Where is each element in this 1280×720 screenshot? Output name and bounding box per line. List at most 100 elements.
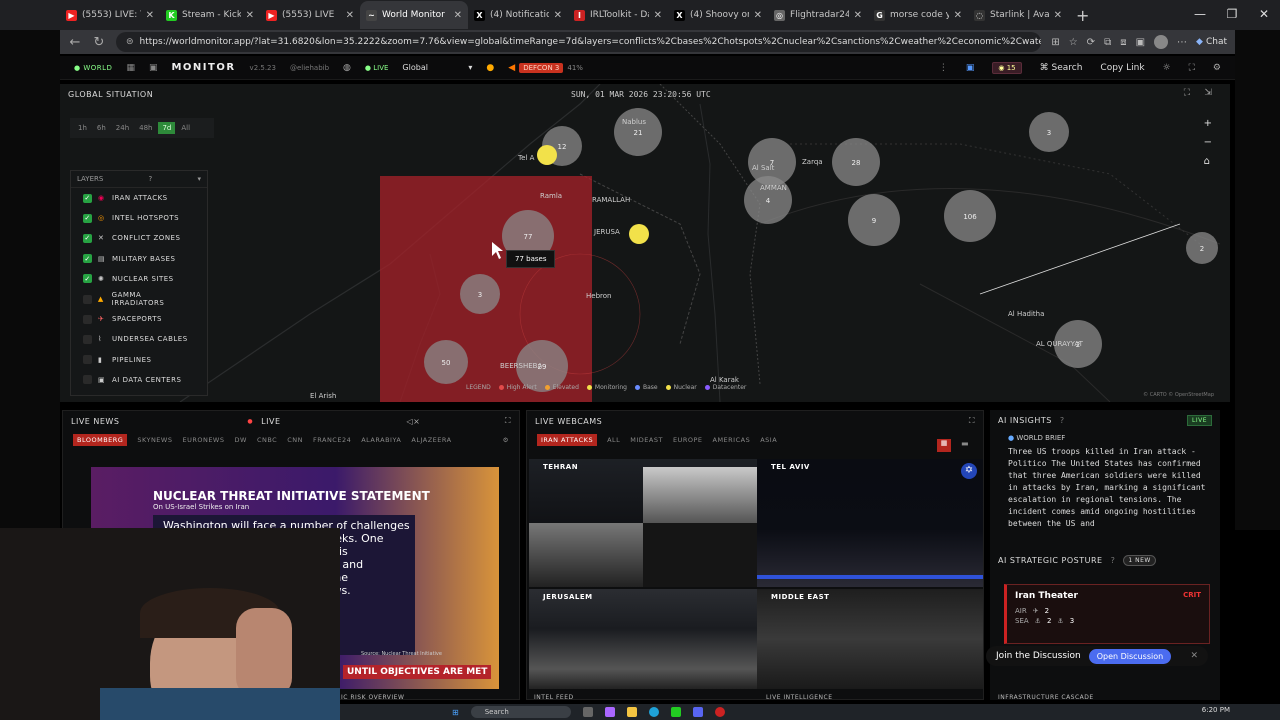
webcam-filter-tab[interactable]: IRAN ATTACKS (537, 434, 598, 446)
help-icon[interactable]: ? (1060, 416, 1065, 425)
layer-checkbox[interactable] (83, 294, 92, 304)
layer-checkbox[interactable]: ✓ (83, 213, 92, 223)
channel-tab[interactable]: ALARABIYA (361, 436, 401, 444)
channel-tab[interactable]: FRANCE24 (313, 436, 351, 444)
time-range-chip[interactable]: 7d (158, 122, 176, 134)
search-button[interactable]: ⌘ Search (1040, 63, 1083, 73)
layer-toggle[interactable]: ✓ ◉ IRAN ATTACKS (71, 188, 207, 208)
channel-tab[interactable]: DW (235, 436, 247, 444)
expand-icon[interactable]: ⛶ (505, 416, 511, 426)
tab-close-icon[interactable]: ✕ (454, 10, 462, 21)
tab-close-icon[interactable]: ✕ (854, 10, 862, 21)
layer-checkbox[interactable] (83, 334, 92, 344)
tab-close-icon[interactable]: ✕ (1054, 10, 1062, 21)
expand-map-icon[interactable]: ⛶ (1184, 88, 1190, 98)
bookmark-star-icon[interactable]: ☆ (1069, 37, 1078, 48)
layer-toggle[interactable]: ⌇ UNDERSEA CABLES (71, 329, 207, 349)
home-icon[interactable]: ⌂ (1204, 156, 1212, 167)
tab-close-icon[interactable]: ✕ (554, 10, 562, 21)
back-icon[interactable]: ← (68, 35, 82, 50)
close-icon[interactable]: ✕ (1190, 651, 1198, 661)
tab-close-icon[interactable]: ✕ (246, 10, 254, 21)
time-range-chip[interactable]: 24h (112, 122, 133, 134)
file-explorer-icon[interactable] (626, 707, 637, 717)
zoom-in-icon[interactable]: + (1204, 118, 1212, 129)
webcam-tile[interactable]: TEHRAN (529, 459, 757, 587)
tab-close-icon[interactable]: ✕ (146, 10, 154, 21)
webcam-filter-tab[interactable]: MIDEAST (630, 436, 663, 444)
copy-link-button[interactable]: Copy Link (1100, 63, 1144, 73)
monitor-icon[interactable]: ▣ (966, 63, 975, 73)
pin-map-icon[interactable]: ⇲ (1204, 88, 1212, 98)
alert-count-badge[interactable]: ◉ 15 (992, 61, 1022, 74)
layer-toggle[interactable]: ✓ ✕ CONFLICT ZONES (71, 228, 207, 248)
browser-tab[interactable]: ▶ (5553) LIVE: Tel A ✕ (60, 1, 160, 29)
channel-tab[interactable]: BLOOMBERG (73, 434, 128, 446)
url-field[interactable]: ⊜ https://worldmonitor.app/?lat=31.6820&… (116, 32, 1042, 52)
channel-tab[interactable]: ALJAZEERA (411, 436, 451, 444)
webcam-filter-tab[interactable]: AMERICAS (713, 436, 751, 444)
open-discussion-button[interactable]: Open Discussion (1088, 648, 1172, 664)
install-icon[interactable]: ⊞ (1051, 37, 1059, 48)
collections-icon[interactable]: ▣ (1136, 37, 1145, 48)
github-icon[interactable]: ◍ (343, 63, 351, 73)
layer-checkbox[interactable]: ✓ (83, 233, 92, 243)
layer-checkbox[interactable]: ✓ (83, 274, 92, 284)
settings-gear-icon[interactable]: ⚙ (503, 436, 509, 444)
browser-tab[interactable]: I IRLToolkit - Dash ✕ (568, 1, 668, 29)
new-tab-icon[interactable]: + (1076, 6, 1089, 25)
expand-icon[interactable]: ⛶ (969, 416, 975, 426)
tab-close-icon[interactable]: ✕ (346, 10, 354, 21)
browser-tab[interactable]: K Stream - Kick Da ✕ (160, 1, 260, 29)
single-view-icon[interactable]: ▬ (961, 439, 969, 448)
discord-icon[interactable] (692, 707, 703, 717)
close-window-icon[interactable]: ✕ (1248, 0, 1280, 30)
start-icon[interactable]: ⊞ (452, 708, 459, 717)
channel-tab[interactable]: SKYNEWS (137, 436, 172, 444)
channel-tab[interactable]: EURONEWS (182, 436, 224, 444)
tab-close-icon[interactable]: ✕ (954, 10, 962, 21)
help-icon[interactable]: ? (1111, 556, 1116, 565)
browser-tab[interactable]: ◎ Flightradar24: Li ✕ (768, 1, 868, 29)
time-range-chip[interactable]: All (177, 122, 194, 134)
tab-close-icon[interactable]: ✕ (754, 10, 762, 21)
help-icon[interactable]: ? (149, 175, 153, 183)
chevron-down-icon[interactable]: ▾ (197, 175, 201, 183)
time-range-chip[interactable]: 1h (74, 122, 91, 134)
layers-header[interactable]: LAYERS ? ▾ (71, 171, 207, 188)
mute-icon[interactable]: ◁× (407, 417, 421, 426)
layer-checkbox[interactable]: ✓ (83, 193, 92, 203)
site-info-icon[interactable]: ⊜ (126, 37, 134, 47)
channel-tab[interactable]: CNBC (257, 436, 277, 444)
puzzle-icon[interactable]: ⧉ (1104, 37, 1111, 48)
favorites-icon[interactable]: ⧈ (1120, 37, 1126, 48)
webcam-tile[interactable]: JERUSALEM (529, 589, 757, 689)
layout-icon[interactable]: ▣ (149, 63, 158, 73)
browser-tab[interactable]: X (4) Shoovy on X ✕ (668, 1, 768, 29)
extension-icon[interactable]: ⟳ (1087, 37, 1095, 48)
taskbar-search[interactable]: Search (470, 706, 571, 718)
defcon-widget[interactable]: ◀ DEFCON 3 41% (508, 62, 583, 73)
webcam-filter-tab[interactable]: ASIA (760, 436, 777, 444)
browser-tab[interactable]: ~ World Monitor ✕ (360, 1, 468, 29)
map-canvas[interactable]: 1221777 2849 10632350 292 (60, 84, 1230, 402)
author-handle[interactable]: @eliehabib (290, 64, 329, 72)
more-icon[interactable]: ⋯ (1177, 37, 1187, 48)
browser-tab[interactable]: ◌ Starlink | Availab ✕ (968, 1, 1068, 29)
channel-tab[interactable]: CNN (287, 436, 303, 444)
obs-icon[interactable] (714, 707, 725, 717)
reload-icon[interactable]: ↻ (92, 35, 106, 50)
browser-tab[interactable]: X (4) Notifications ✕ (468, 1, 568, 29)
zoom-out-icon[interactable]: − (1204, 137, 1212, 148)
layer-toggle[interactable]: ▣ AI DATA CENTERS (71, 370, 207, 390)
layer-toggle[interactable]: ✓ ✺ NUCLEAR SITES (71, 269, 207, 289)
layer-checkbox[interactable] (83, 375, 92, 385)
region-select[interactable]: Global ▾ (402, 63, 472, 72)
layer-toggle[interactable]: ✈ SPACEPORTS (71, 309, 207, 329)
layer-toggle[interactable]: ▲ GAMMA IRRADIATORS (71, 289, 207, 309)
restore-icon[interactable]: ❐ (1216, 0, 1248, 30)
layer-checkbox[interactable]: ✓ (83, 254, 92, 264)
browser-tab[interactable]: Gmorse code yes ✕ (868, 1, 968, 29)
settings-gear-icon[interactable]: ⚙ (1213, 63, 1221, 73)
browser-tab[interactable]: ▶ (5553) LIVE ✕ (260, 1, 360, 29)
